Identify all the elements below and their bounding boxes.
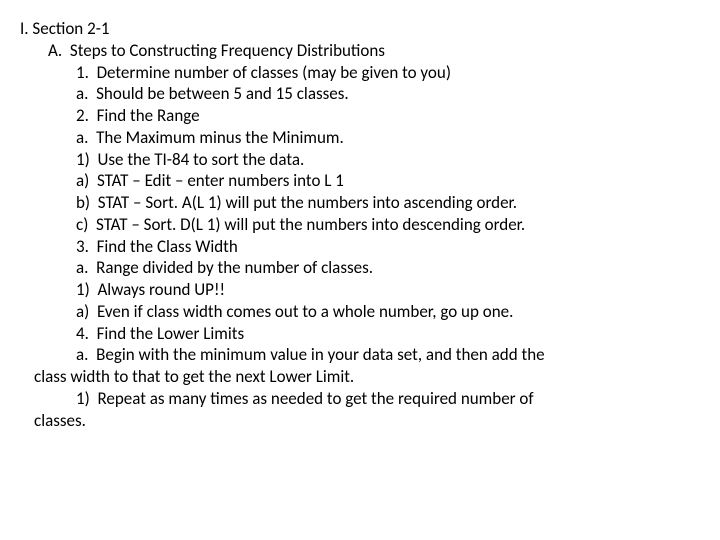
outline-line: c) STAT – Sort. D(L 1) will put the numb… bbox=[20, 214, 700, 236]
outline-line: a. The Maximum minus the Minimum. bbox=[20, 127, 700, 149]
outline-line: 1) Always round UP!! bbox=[20, 279, 700, 301]
outline-line: a) STAT – Edit – enter numbers into L 1 bbox=[20, 170, 700, 192]
outline-line: a) Even if class width comes out to a wh… bbox=[20, 301, 700, 323]
outline-line: class width to that to get the next Lowe… bbox=[20, 366, 700, 388]
outline-line: b) STAT – Sort. A(L 1) will put the numb… bbox=[20, 192, 700, 214]
outline-line: a. Begin with the minimum value in your … bbox=[20, 344, 700, 366]
outline-line: 4. Find the Lower Limits bbox=[20, 323, 700, 345]
outline-line: I. Section 2-1 bbox=[20, 18, 700, 40]
outline-line: 2. Find the Range bbox=[20, 105, 700, 127]
outline-line: a. Range divided by the number of classe… bbox=[20, 257, 700, 279]
outline-line: A. Steps to Constructing Frequency Distr… bbox=[20, 40, 700, 62]
outline-line: 1) Repeat as many times as needed to get… bbox=[20, 388, 700, 410]
outline-line: classes. bbox=[20, 410, 700, 432]
outline-line: 1. Determine number of classes (may be g… bbox=[20, 62, 700, 84]
outline-page: I. Section 2-1 A. Steps to Constructing … bbox=[0, 0, 720, 451]
outline-line: a. Should be between 5 and 15 classes. bbox=[20, 83, 700, 105]
outline-line: 3. Find the Class Width bbox=[20, 236, 700, 258]
outline-line: 1) Use the TI-84 to sort the data. bbox=[20, 149, 700, 171]
